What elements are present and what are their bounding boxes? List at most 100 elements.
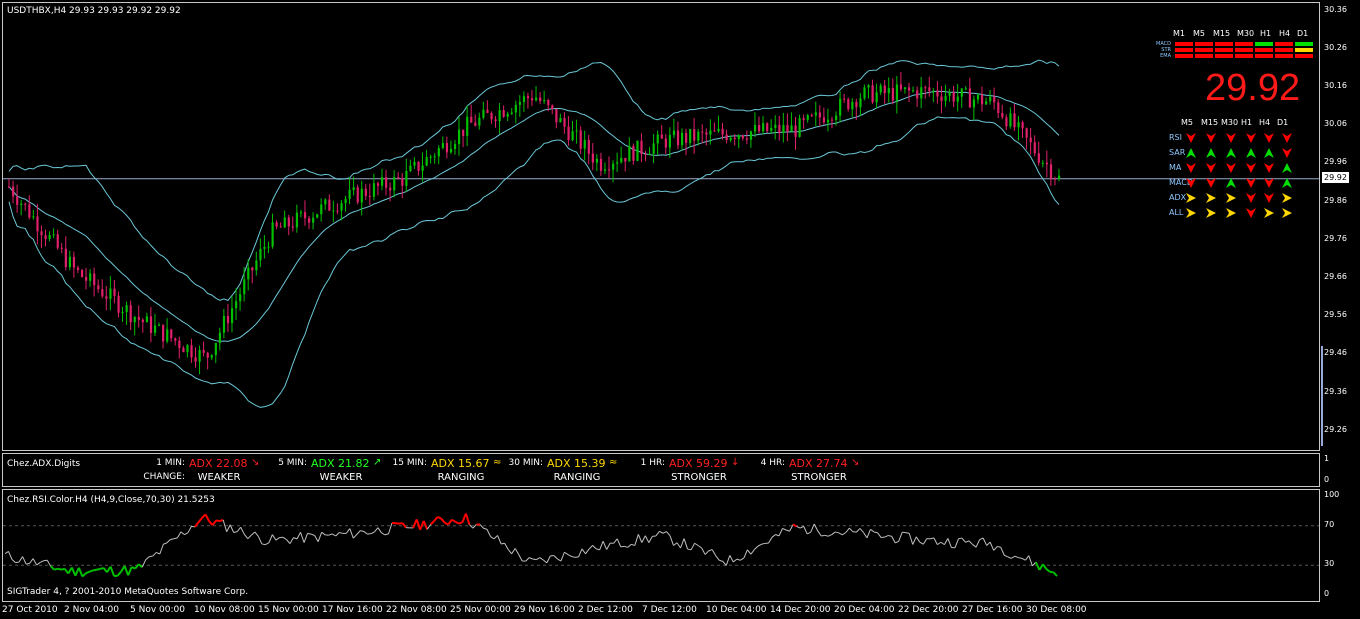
candle-body	[806, 115, 809, 120]
candle-body	[44, 235, 47, 240]
tf-header: D1	[1277, 118, 1289, 127]
rsi-segment	[433, 516, 439, 522]
rsi-segment	[81, 572, 87, 578]
candle-body	[539, 97, 542, 102]
rsi-segment	[377, 527, 382, 534]
rsi-segment	[806, 531, 811, 535]
candle-body	[867, 85, 870, 88]
rsi-segment	[564, 551, 569, 556]
rsi-segment	[236, 526, 242, 532]
arrow-down-icon	[1264, 163, 1274, 173]
rsi-segment	[937, 541, 942, 546]
rsi-segment	[704, 550, 710, 555]
rsi-segment	[817, 530, 822, 537]
candle-body	[636, 140, 639, 161]
candle-body	[762, 123, 765, 132]
candle-body	[230, 308, 234, 324]
candle-body	[376, 183, 380, 186]
candle-body	[352, 187, 355, 190]
rsi-segment	[511, 548, 516, 555]
signal-dashboard: M1 M5 M15 M30 H1 H4 D1 MACD STR EMA 29.92 M5 M15 M30 H…	[1147, 27, 1317, 227]
tf-header: M15	[1201, 118, 1219, 127]
rsi-segment	[204, 513, 210, 522]
candle-body	[32, 216, 35, 218]
candle-body	[76, 267, 80, 271]
time-tick-label: 17 Nov 16:00	[322, 605, 383, 615]
candle-body	[393, 177, 396, 191]
candle-body	[417, 161, 420, 171]
indicator-row-label: ALL	[1169, 208, 1184, 217]
arrow-right-icon	[1186, 193, 1196, 203]
candle-body	[952, 92, 955, 102]
rsi-segment	[415, 519, 422, 531]
rsi-segment	[750, 549, 755, 555]
adx-status: STRONGER	[791, 472, 847, 483]
rsi-segment	[360, 530, 364, 532]
arrow-down-icon	[1246, 133, 1256, 143]
arrow-up-icon	[1246, 148, 1256, 158]
rsi-segment	[36, 562, 41, 566]
rsi-segment	[669, 535, 674, 546]
main-chart-pane[interactable]: USDTHBX,H4 29.93 29.93 29.92 29.92 M1 M5 M…	[2, 2, 1320, 451]
candle-body	[1045, 162, 1049, 165]
candle-body	[178, 340, 181, 348]
bollinger-lower	[8, 116, 1060, 408]
signal-bar	[1255, 54, 1273, 58]
candle-body	[693, 129, 696, 141]
rsi-segment	[715, 555, 720, 561]
rsi-pane[interactable]: Chez.RSI.Color.H4 (H4,9,Close,70,30) 21.…	[2, 489, 1320, 602]
arrow-down-icon	[1206, 133, 1216, 143]
indicator-row-label: SAR	[1169, 148, 1186, 157]
rsi-segment	[873, 531, 878, 534]
rsi-segment	[662, 531, 667, 534]
rsi-segment	[539, 557, 544, 561]
candle-body	[324, 199, 327, 205]
rsi-segment	[571, 555, 576, 558]
candle-body	[567, 126, 570, 141]
candle-body	[644, 154, 647, 156]
arrow-down-icon	[1246, 178, 1256, 188]
candle-body	[441, 143, 444, 149]
rsi-segment	[32, 558, 38, 566]
candle-body	[68, 256, 72, 268]
rsi-segment	[300, 532, 305, 543]
indicator-row-label: MA	[1169, 163, 1182, 172]
adx-scale-label: 0	[1324, 475, 1330, 484]
rsi-segment	[363, 531, 368, 535]
rsi-segment	[961, 537, 966, 543]
rsi-segment	[943, 538, 949, 545]
candle-body	[709, 130, 712, 135]
time-tick-label: 29 Nov 16:00	[514, 605, 575, 615]
candle-body	[1033, 142, 1036, 154]
arrow-down-icon	[1282, 133, 1292, 143]
rsi-segment	[581, 548, 586, 555]
rsi-segment	[919, 541, 924, 545]
candle-body	[368, 195, 372, 197]
rsi-segment	[930, 537, 934, 540]
price-chart-canvas[interactable]	[3, 3, 1319, 450]
arrow-up-icon	[1206, 148, 1216, 158]
signal-bar	[1175, 42, 1193, 46]
candle-body	[899, 84, 903, 90]
arrow-up-icon	[1186, 148, 1196, 158]
rsi-segment	[22, 556, 27, 565]
candle-body	[737, 135, 740, 140]
candle-body	[453, 144, 457, 149]
candle-body	[968, 88, 972, 108]
candle-body	[1021, 122, 1024, 129]
price-tick-label: 30.16	[1324, 81, 1347, 91]
rsi-segment	[141, 559, 147, 568]
rsi-segment	[268, 534, 273, 543]
rsi-chart-canvas[interactable]	[3, 490, 1319, 601]
candle-body	[985, 101, 988, 105]
candle-body	[425, 157, 428, 166]
candle-body	[137, 317, 140, 320]
candle-body	[778, 124, 781, 133]
bollinger-middle	[8, 90, 1060, 342]
price-scale: 30.36 30.26 30.16 30.06 29.96 29.86 29.76 29.66…	[1320, 2, 1360, 451]
candle-body	[871, 85, 874, 103]
rsi-segment	[849, 527, 854, 533]
adx-pane[interactable]: Chez.ADX.Digits CHANGE: 1 MIN: ADX 22.08 ↘…	[2, 453, 1320, 487]
candle-body	[60, 247, 63, 249]
adx-scale: 10	[1320, 453, 1360, 487]
